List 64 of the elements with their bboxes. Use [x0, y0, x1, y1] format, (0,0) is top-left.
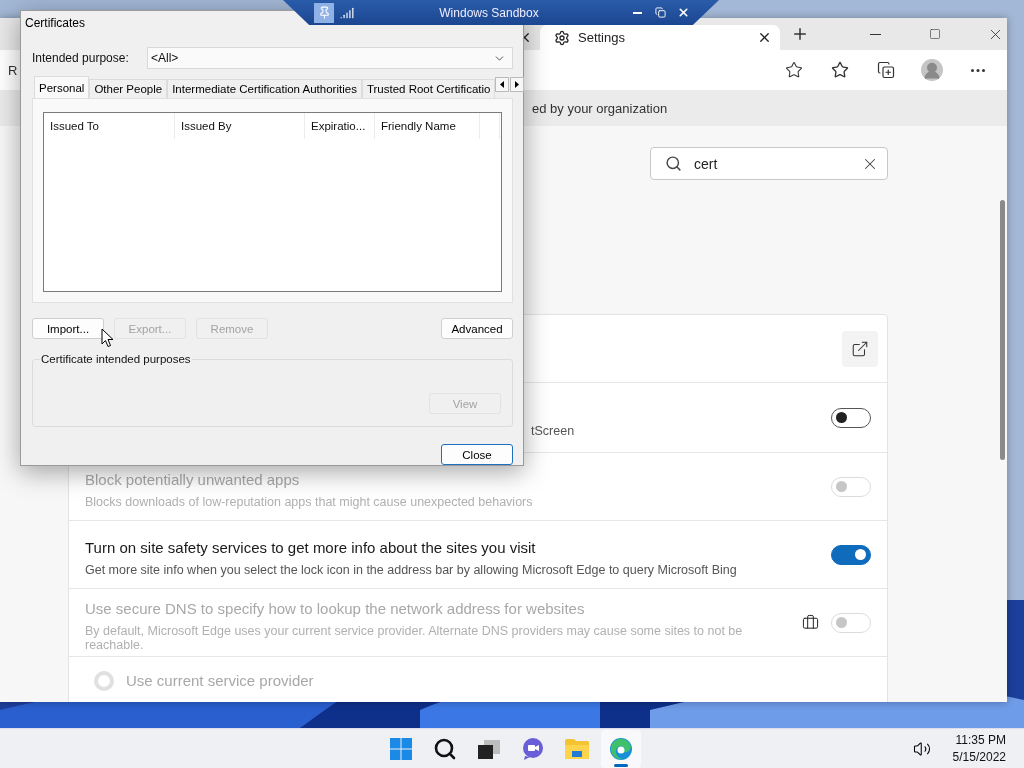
close-icon	[757, 30, 772, 45]
group-title: Certificate intended purposes	[40, 353, 192, 365]
volume-icon[interactable]	[912, 739, 931, 758]
avatar-icon	[921, 59, 943, 81]
setting-description: tScreen	[531, 423, 576, 438]
external-link-icon	[851, 339, 869, 358]
toggle-switch[interactable]	[831, 544, 871, 565]
dialog-button[interactable]: Import...	[32, 318, 104, 339]
browser-tab[interactable]: Settings	[540, 25, 780, 50]
scrollbar-thumb[interactable]	[1000, 200, 1005, 460]
external-link-button[interactable]	[842, 330, 878, 367]
plus-icon	[791, 25, 809, 43]
info-text: ed by your organization	[532, 100, 668, 116]
chat-icon	[521, 737, 545, 761]
setting-description: Get more site info when you select the lock icon in the address bar by allowing Microsoft Edge to query Microsoft Bing	[85, 562, 738, 577]
folder-icon	[564, 738, 590, 760]
radio-label: Use current service provider	[126, 672, 314, 689]
pin-button[interactable]	[314, 2, 334, 23]
scroll-right-button[interactable]	[510, 77, 525, 92]
search-field[interactable]: cert	[650, 147, 888, 180]
setting-title: Turn on site safety services to get more info about the sites you visit	[85, 538, 537, 556]
close-button[interactable]: Close	[441, 444, 513, 465]
collections-icon	[877, 61, 895, 79]
task-view-icon	[477, 738, 501, 760]
setting-title: Use secure DNS to specify how to lookup the network address for websites	[85, 599, 586, 617]
setting-title: Block potentially unwanted apps	[85, 470, 301, 488]
restore-icon	[654, 7, 666, 18]
purpose-dropdown[interactable]: <All>	[147, 47, 513, 69]
pin-icon	[317, 6, 331, 19]
minimize-icon	[632, 11, 642, 14]
column-header[interactable]: Issued To	[44, 113, 175, 139]
star-icon	[785, 61, 803, 79]
column-header[interactable]: Expiratio...	[305, 113, 375, 139]
gear-icon	[554, 29, 570, 46]
clock-date: 5/15/2022	[952, 750, 1006, 764]
tab[interactable]: Other People	[89, 79, 168, 98]
star-icon	[831, 61, 849, 79]
dialog-button[interactable]: Advanced	[441, 318, 513, 339]
column-header[interactable]: Friendly Name	[375, 113, 480, 139]
triangle-left-icon	[500, 81, 505, 88]
clock-time: 11:35 PM	[955, 733, 1006, 747]
address-text: R	[8, 62, 18, 78]
maximize-icon	[929, 28, 941, 40]
column-header[interactable]: Issued By	[175, 113, 305, 139]
toggle-switch[interactable]	[831, 407, 871, 428]
signal-icon	[340, 5, 354, 20]
browser-logo-icon	[609, 737, 633, 761]
windows-logo-icon	[389, 737, 413, 761]
setting-description: Blocks downloads of low-reputation apps that might cause unexpected behaviors	[85, 494, 534, 509]
mouse-pointer-icon	[101, 328, 114, 348]
search-icon	[665, 155, 682, 172]
purpose-label: Intended purpose:	[32, 51, 130, 65]
window-title: Windows Sandbox	[438, 5, 540, 20]
scroll-left-button[interactable]	[495, 77, 510, 92]
dialog-title: Certificates	[25, 16, 86, 32]
minimize-icon	[869, 33, 881, 35]
ellipsis-icon	[971, 68, 985, 72]
triangle-right-icon	[515, 81, 520, 88]
close-icon	[676, 6, 690, 19]
setting-description: By default, Microsoft Edge uses your current service provider. Alternate DNS providers may cause some sites to not be reachable.	[85, 623, 744, 652]
search-icon	[433, 737, 457, 761]
tab[interactable]: Personal	[34, 76, 90, 98]
tab[interactable]: Intermediate Certification Authorities	[167, 79, 362, 98]
tab[interactable]: Trusted Root Certificatio	[361, 79, 496, 98]
